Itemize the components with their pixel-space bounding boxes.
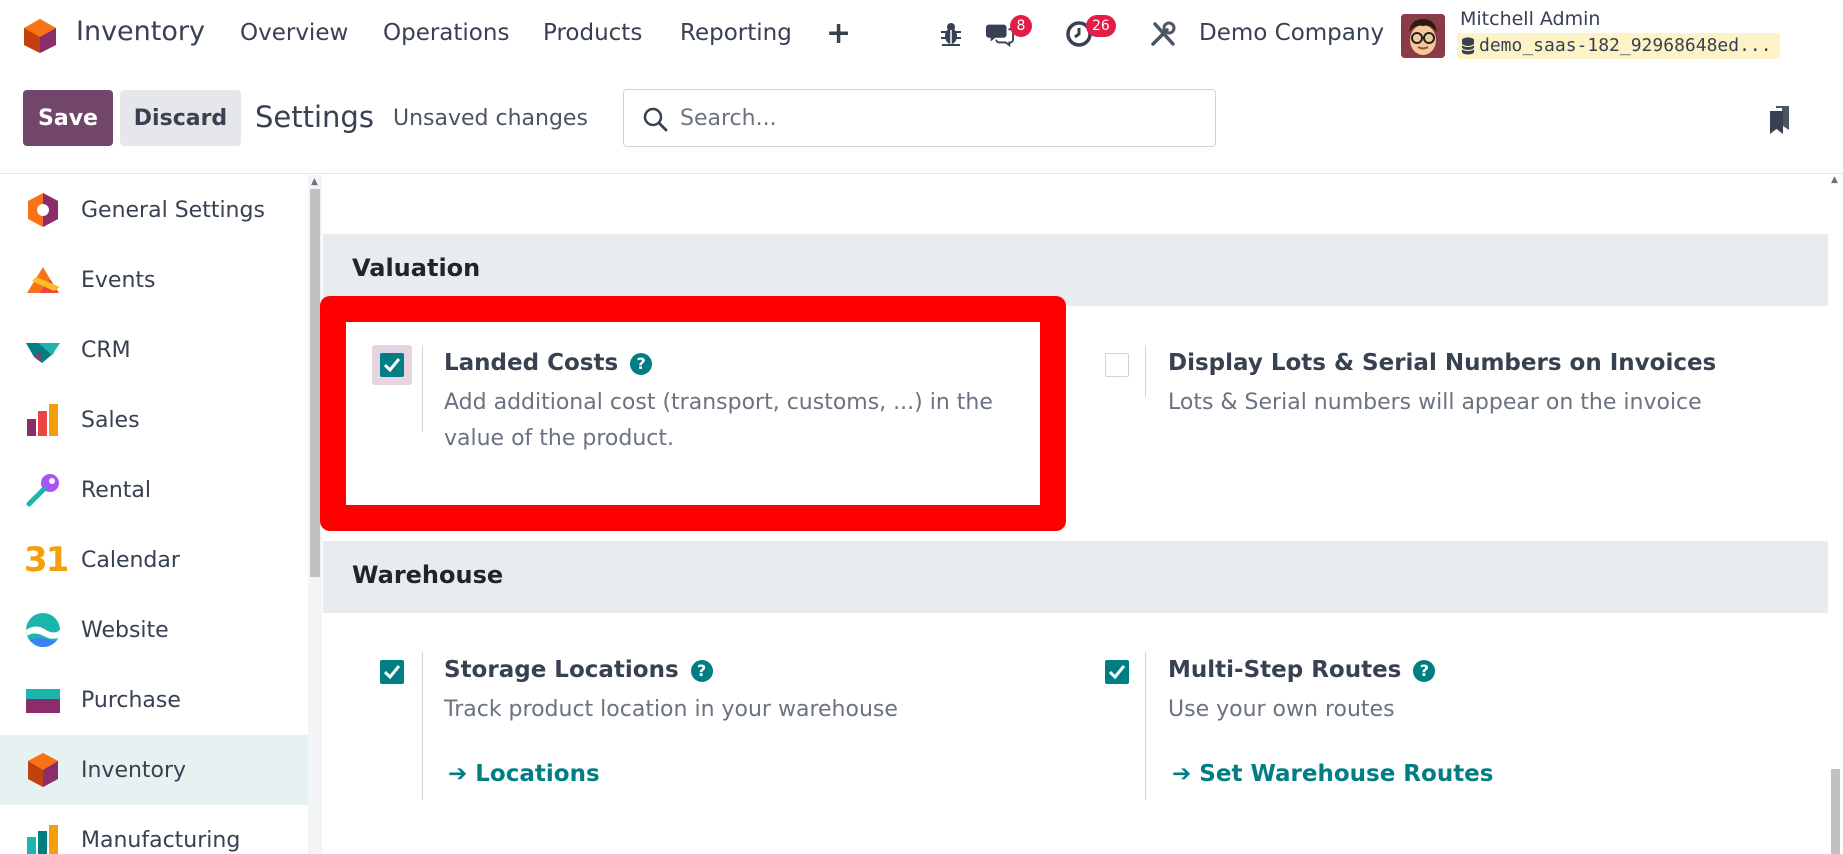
arrow-right-icon: ➔ (448, 761, 476, 787)
setting-description: Lots & Serial numbers will appear on the… (1168, 390, 1702, 415)
sidebar-item-label: General Settings (81, 197, 265, 223)
sidebar-item-label: Sales (81, 407, 140, 433)
sidebar-item-calendar[interactable]: 31 Calendar (0, 525, 308, 595)
locations-link[interactable]: ➔ Locations (448, 761, 600, 787)
sidebar-item-label: Website (81, 617, 169, 643)
sidebar-scrollbar[interactable]: ▲ (308, 175, 322, 854)
sidebar-item-label: Calendar (81, 547, 180, 573)
sidebar-item-website[interactable]: Website (0, 595, 308, 665)
section-warehouse: Warehouse (323, 541, 1828, 613)
user-name[interactable]: Mitchell Admin (1460, 8, 1600, 30)
sidebar-item-crm[interactable]: CRM (0, 315, 308, 385)
database-icon (1461, 37, 1475, 55)
unsaved-status: Unsaved changes (393, 106, 588, 131)
sidebar-item-events[interactable]: Events (0, 245, 308, 315)
checkmark-icon (384, 358, 400, 372)
setting-divider (1145, 345, 1146, 397)
page-title: Settings (255, 100, 374, 134)
sidebar-item-purchase[interactable]: Purchase (0, 665, 308, 735)
menu-overview[interactable]: Overview (240, 20, 348, 46)
search-icon (643, 107, 668, 132)
chat-count-badge: 8 (1010, 15, 1032, 37)
settings-content: Valuation Landed Costs? Add additional c… (323, 175, 1828, 854)
user-avatar[interactable] (1401, 14, 1445, 58)
calendar-icon: 31 (24, 540, 69, 580)
set-warehouse-routes-link[interactable]: ➔ Set Warehouse Routes (1172, 761, 1493, 787)
inventory-app-icon[interactable] (22, 18, 58, 54)
discard-button[interactable]: Discard (120, 90, 241, 146)
scroll-up-arrow-icon[interactable]: ▲ (311, 177, 318, 187)
activity-count-badge: 26 (1086, 15, 1116, 37)
menu-reporting[interactable]: Reporting (680, 20, 792, 46)
search-input[interactable] (680, 100, 1200, 136)
company-switcher[interactable]: Demo Company (1199, 20, 1384, 46)
top-navbar: Inventory Overview Operations Products R… (0, 0, 1843, 70)
storage-locations-checkbox[interactable] (380, 660, 404, 684)
inventory-icon (28, 753, 58, 787)
landed-costs-checkbox[interactable] (380, 353, 404, 377)
help-icon[interactable]: ? (1413, 659, 1436, 682)
setting-divider (422, 652, 423, 800)
setting-title: Multi-Step Routes? (1168, 657, 1436, 683)
content-scrollbar[interactable]: ▲ (1828, 175, 1843, 854)
database-name: demo_saas-182_92968648ed... (1479, 35, 1772, 56)
setting-description-line2: value of the product. (444, 426, 674, 451)
sidebar-item-label: Inventory (81, 757, 187, 783)
sidebar-scroll-thumb[interactable] (310, 189, 320, 577)
setting-title: Display Lots & Serial Numbers on Invoice… (1168, 350, 1717, 376)
multi-step-routes-checkbox[interactable] (1105, 660, 1129, 684)
tools-icon[interactable] (1149, 20, 1177, 48)
setting-description-line1: Add additional cost (transport, customs,… (444, 390, 993, 415)
sidebar-item-label: CRM (81, 337, 131, 363)
menu-products[interactable]: Products (543, 20, 642, 46)
website-icon (26, 613, 60, 647)
save-button[interactable]: Save (23, 90, 113, 146)
events-icon (27, 267, 60, 293)
app-name[interactable]: Inventory (76, 16, 205, 47)
bookmark-icon[interactable] (1768, 104, 1792, 136)
setting-divider (422, 345, 423, 432)
section-title: Valuation (352, 254, 481, 282)
arrow-right-icon: ➔ (1172, 761, 1200, 787)
manufacturing-icon (27, 825, 58, 854)
search-bar[interactable] (623, 89, 1216, 147)
scroll-up-arrow-icon[interactable]: ▲ (1831, 175, 1838, 185)
checkmark-icon (384, 665, 400, 679)
sidebar-item-general-settings[interactable]: General Settings (0, 175, 308, 245)
menu-operations[interactable]: Operations (383, 20, 509, 46)
sidebar-item-manufacturing[interactable]: Manufacturing (0, 805, 308, 854)
section-valuation: Valuation (323, 234, 1828, 306)
section-title: Warehouse (352, 561, 504, 589)
sidebar-item-sales[interactable]: Sales (0, 385, 308, 455)
sidebar-item-label: Manufacturing (81, 827, 241, 853)
crm-icon (26, 343, 60, 363)
plus-icon[interactable]: + (826, 16, 851, 51)
lots-on-invoices-checkbox[interactable] (1105, 353, 1129, 377)
setting-divider (1145, 652, 1146, 800)
help-icon[interactable]: ? (630, 352, 653, 375)
sidebar-item-label: Events (81, 267, 156, 293)
purchase-icon (26, 689, 60, 713)
sidebar-item-label: Rental (81, 477, 151, 503)
checkmark-icon (1109, 665, 1125, 679)
sales-icon (27, 404, 58, 436)
setting-title: Storage Locations? (444, 657, 713, 683)
sidebar-item-rental[interactable]: Rental (0, 455, 308, 525)
bug-icon[interactable] (937, 20, 965, 48)
content-scroll-thumb[interactable] (1831, 769, 1840, 854)
setting-description: Use your own routes (1168, 697, 1395, 722)
rental-icon (26, 474, 59, 507)
control-panel: Save Discard Settings Unsaved changes (0, 70, 1843, 174)
sidebar-item-label: Purchase (81, 687, 181, 713)
setting-title: Landed Costs? (444, 350, 653, 376)
general-settings-icon (28, 193, 58, 227)
settings-sidebar: General Settings Events CRM Sales Rental… (0, 175, 308, 854)
help-icon[interactable]: ? (690, 659, 713, 682)
setting-description: Track product location in your warehouse (444, 697, 898, 722)
sidebar-item-inventory[interactable]: Inventory (0, 735, 308, 805)
database-tag: demo_saas-182_92968648ed... (1457, 33, 1780, 59)
